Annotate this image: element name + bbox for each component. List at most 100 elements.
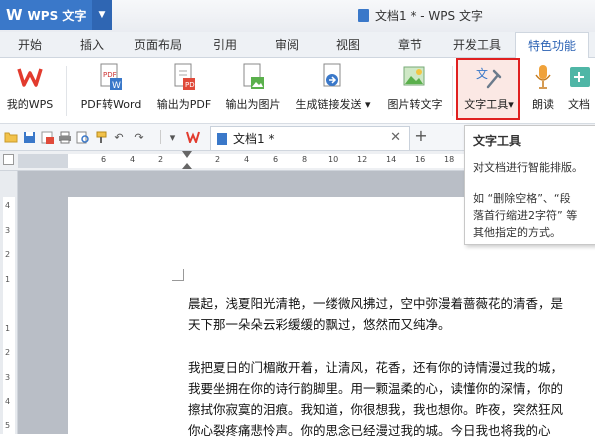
text-line: 擦拭你寂寞的泪痕。我知道，你很想我，我也想你。昨夜，突然狂风 <box>188 402 564 417</box>
text-tools-text: 文字工具 <box>464 98 509 111</box>
tab-start[interactable]: 开始 <box>18 36 42 53</box>
text-tools-label: 文字工具▾ <box>464 98 514 111</box>
window-title: 文档1 * - WPS 文字 <box>358 7 483 24</box>
pdf-to-word-button[interactable]: PDF W PDF转Word <box>76 62 146 112</box>
ruler-tick: 10 <box>328 155 339 164</box>
print-icon[interactable] <box>58 130 72 144</box>
tab-developer[interactable]: 开发工具 <box>453 36 501 53</box>
menu-tabs: 开始 插入 页面布局 引用 审阅 视图 章节 开发工具 特色功能 <box>0 32 595 58</box>
chevron-down-icon[interactable]: ▾ <box>160 130 184 144</box>
ruler-tick: 2 <box>5 250 11 259</box>
save-icon[interactable] <box>22 130 36 144</box>
tab-insert[interactable]: 插入 <box>80 36 104 53</box>
hanging-indent-marker[interactable] <box>182 163 192 169</box>
chevron-down-icon[interactable]: ▼ <box>92 0 112 30</box>
vertical-ruler: 4 3 2 1 1 2 3 4 5 <box>0 171 18 434</box>
ruler-tick: 4 <box>244 155 250 164</box>
tab-references[interactable]: 引用 <box>213 36 237 53</box>
ruler-tick: 4 <box>130 155 136 164</box>
read-aloud-button[interactable]: 朗读 <box>528 62 558 112</box>
tooltip-line: 落首行缩进2字符” 等 <box>473 209 578 222</box>
ruler-tick: 3 <box>5 226 11 235</box>
image-to-text-label: 图片转文字 <box>387 98 443 111</box>
tooltip-line: 对文档进行智能排版。 <box>473 161 583 174</box>
wps-small-logo-icon[interactable] <box>186 130 200 144</box>
ruler-margin <box>18 154 68 168</box>
ruler-tick: 4 <box>5 201 11 210</box>
generate-link-button[interactable]: 生成链接发送 ▾ <box>290 62 376 112</box>
text-tools-button[interactable]: 文 文字工具▾ <box>456 58 520 120</box>
plus-icon[interactable]: + <box>414 126 428 145</box>
open-folder-icon[interactable] <box>4 130 18 144</box>
document-icon <box>358 9 369 22</box>
wps-logo-icon: W <box>6 6 23 24</box>
microphone-icon <box>528 62 558 92</box>
first-line-indent-marker[interactable] <box>182 151 192 158</box>
tooltip-title: 文字工具 <box>473 134 522 148</box>
document-tab-name: 文档1 * <box>233 132 275 146</box>
text-line: 晨起，浅夏阳光清艳，一缕微风拂过，空中弥漫着蔷薇花的清香，是 <box>188 296 564 311</box>
svg-text:文: 文 <box>476 66 488 81</box>
text-line: 你心裂疼痛悲怜声。你的思念已经漫过我的城。今日我也将我的心 <box>188 423 551 438</box>
ruler-tick: 8 <box>302 155 308 164</box>
tab-chapter[interactable]: 章节 <box>398 36 422 53</box>
document-tab[interactable]: 文档1 * ✕ <box>210 126 410 150</box>
wps-icon <box>15 62 45 92</box>
export-pdf-quick-icon[interactable] <box>40 130 54 144</box>
window-title-text: 文档1 * - WPS 文字 <box>375 9 483 23</box>
text-line: 我把夏日的门楣敞开着，让清风，花香，还有你的诗情漫过我的城， <box>188 360 564 375</box>
tab-view[interactable]: 视图 <box>336 36 360 53</box>
pdf-to-word-label: PDF转Word <box>80 98 142 111</box>
ruler-tick: 4 <box>5 397 11 406</box>
share-link-icon <box>318 62 348 92</box>
export-pdf-label: 输出为PDF <box>156 98 212 111</box>
ruler-text-area <box>68 154 468 168</box>
app-menu-button[interactable]: W WPS 文字 ▼ <box>0 0 112 30</box>
tooltip-line: 如 “删除空格”、“段 <box>473 192 571 205</box>
print-preview-icon[interactable] <box>76 130 90 144</box>
ruler-tick: 3 <box>5 373 11 382</box>
ruler-tick: 2 <box>5 348 11 357</box>
paragraph-1[interactable]: 晨起，浅夏阳光清艳，一缕微风拂过，空中弥漫着蔷薇花的清香，是 天下那一朵朵云彩缓… <box>188 293 563 335</box>
ruler-tick: 2 <box>215 155 221 164</box>
title-bar: W WPS 文字 ▼ 文档1 * - WPS 文字 <box>0 0 595 32</box>
divider <box>452 66 453 116</box>
export-image-button[interactable]: 输出为图片 <box>222 62 284 112</box>
format-painter-icon[interactable] <box>94 130 108 144</box>
ruler-tick: 1 <box>5 324 11 333</box>
svg-text:W: W <box>112 81 121 91</box>
tab-page-layout[interactable]: 页面布局 <box>134 36 182 53</box>
export-pdf-button[interactable]: PDF 输出为PDF <box>153 62 215 112</box>
text-line: 我要坐拥在你的诗行韵脚里。用一颗温柔的心，读懂你的深情，你的 <box>188 381 564 396</box>
document-button[interactable]: 文档 <box>563 62 595 112</box>
tab-special-features[interactable]: 特色功能 <box>515 32 590 58</box>
paragraph-2[interactable]: 我把夏日的门楣敞开着，让清风，花香，还有你的诗情漫过我的城， 我要坐拥在你的诗行… <box>188 357 563 441</box>
tooltip-line: 其他指定的方式。 <box>473 226 561 239</box>
ruler-tick: 16 <box>415 155 426 164</box>
export-image-label: 输出为图片 <box>225 98 281 111</box>
generate-link-label: 生成链接发送 ▾ <box>295 98 371 111</box>
ruler-tick: 5 <box>5 421 11 430</box>
generate-link-text: 生成链接发送 <box>295 98 362 111</box>
text-line: 天下那一朵朵云彩缓缓的飘过，悠然而又纯净。 <box>188 317 451 332</box>
close-icon[interactable]: ✕ <box>390 130 401 145</box>
document-icon <box>217 132 227 145</box>
pdf-to-word-icon: PDF W <box>96 62 126 92</box>
my-wps-label: 我的WPS <box>6 98 54 111</box>
tab-stop-selector[interactable] <box>3 154 14 165</box>
image-to-text-icon <box>400 62 430 92</box>
divider <box>66 66 67 116</box>
app-name: WPS 文字 <box>27 8 87 23</box>
image-to-text-button[interactable]: 图片转文字 <box>383 62 447 112</box>
undo-icon[interactable]: ↶ <box>112 130 126 144</box>
ruler-tick: 2 <box>158 155 164 164</box>
my-wps-button[interactable]: 我的WPS <box>4 62 56 112</box>
export-image-icon <box>238 62 268 92</box>
export-pdf-icon: PDF <box>169 62 199 92</box>
document-label: 文档 <box>568 98 590 111</box>
ruler-tick: 18 <box>444 155 455 164</box>
read-aloud-label: 朗读 <box>532 98 554 111</box>
ruler-tick: 6 <box>101 155 107 164</box>
redo-icon[interactable]: ↷ <box>132 130 146 144</box>
tab-review[interactable]: 审阅 <box>275 36 299 53</box>
